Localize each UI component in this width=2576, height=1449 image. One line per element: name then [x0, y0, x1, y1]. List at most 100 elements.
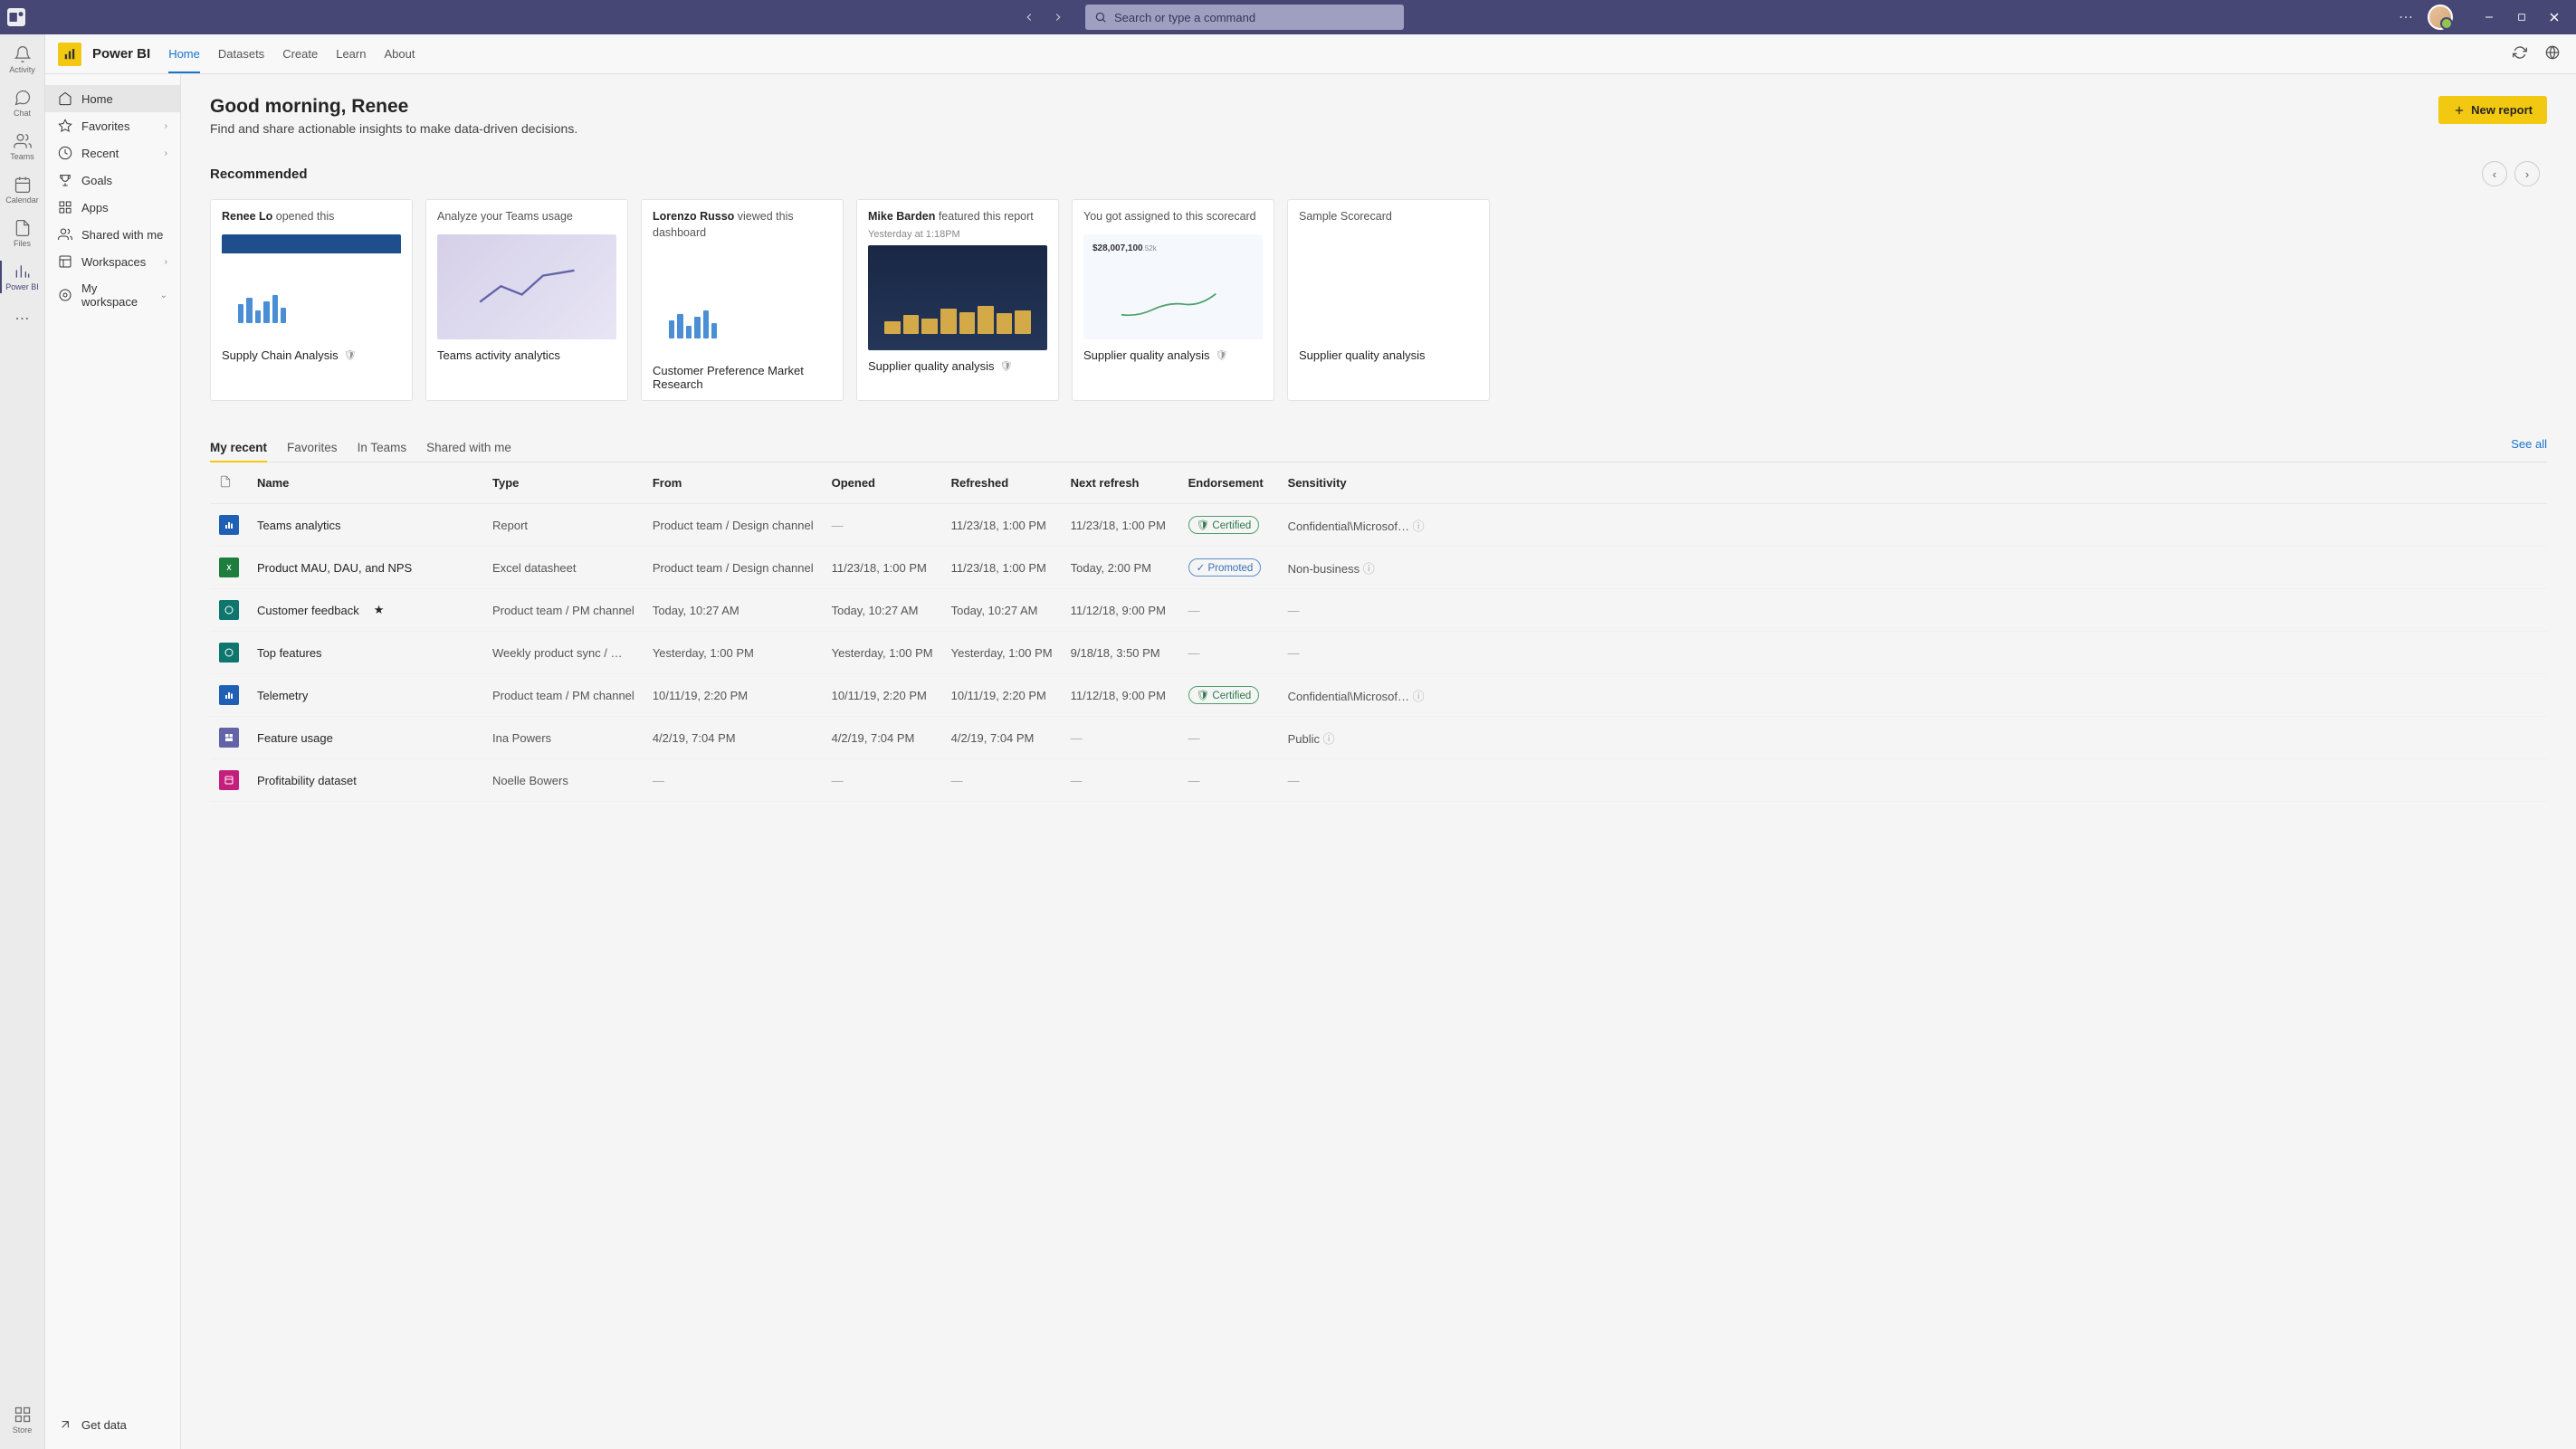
- tab-favorites[interactable]: Favorites: [287, 434, 338, 462]
- side-favorites[interactable]: Favorites ›: [45, 112, 180, 139]
- recommended-card[interactable]: Mike Barden featured this report Yesterd…: [856, 199, 1059, 401]
- tab-about[interactable]: About: [384, 34, 415, 73]
- history-back-button[interactable]: [1016, 5, 1042, 30]
- side-recent[interactable]: Recent ›: [45, 139, 180, 167]
- side-goals[interactable]: Goals: [45, 167, 180, 194]
- column-header[interactable]: Refreshed: [942, 462, 1062, 504]
- side-get-data[interactable]: Get data: [45, 1411, 180, 1438]
- rail-chat[interactable]: Chat: [0, 81, 45, 125]
- side-my-workspace[interactable]: My workspace ⌄: [45, 275, 180, 315]
- tab-learn[interactable]: Learn: [336, 34, 366, 73]
- cell-from: —: [644, 759, 823, 802]
- card-header: Mike Barden featured this report: [857, 200, 1058, 229]
- card-header: You got assigned to this scorecard: [1073, 200, 1274, 229]
- carousel-prev-button[interactable]: ‹: [2482, 161, 2507, 186]
- cell-next: Today, 2:00 PM: [1062, 547, 1179, 589]
- table-row[interactable]: Profitability dataset Noelle Bowers — — …: [210, 759, 2547, 802]
- side-shared[interactable]: Shared with me: [45, 221, 180, 248]
- cell-refreshed: 10/11/19, 2:20 PM: [942, 674, 1062, 717]
- recommended-title: Recommended: [210, 167, 308, 182]
- recommended-card[interactable]: Analyze your Teams usage Teams activity …: [425, 199, 628, 401]
- user-avatar[interactable]: [2428, 5, 2453, 30]
- column-header[interactable]: Next refresh: [1062, 462, 1179, 504]
- table-row[interactable]: Customer feedback★ Product team / PM cha…: [210, 589, 2547, 632]
- tab-create[interactable]: Create: [282, 34, 318, 73]
- column-header[interactable]: Endorsement: [1179, 462, 1279, 504]
- cell-from: Today, 10:27 AM: [644, 589, 823, 632]
- recommended-card[interactable]: Renee Lo opened this Supply Chain Analys…: [210, 199, 413, 401]
- refresh-button[interactable]: [2509, 42, 2531, 66]
- column-header[interactable]: [210, 462, 248, 504]
- rail-store[interactable]: Store: [0, 1398, 45, 1442]
- tab-shared-with-me[interactable]: Shared with me: [426, 434, 511, 462]
- promoted-badge: ✓ Promoted: [1188, 558, 1262, 577]
- cell-opened: 10/11/19, 2:20 PM: [823, 674, 942, 717]
- chevron-right-icon: ›: [165, 148, 167, 158]
- recommended-card[interactable]: You got assigned to this scorecard $28,0…: [1072, 199, 1274, 401]
- cell-from: Product team / Design channel: [644, 547, 823, 589]
- cell-endorsement: ✓ Promoted: [1179, 547, 1279, 589]
- file-type-icon: [219, 685, 239, 705]
- tab-home[interactable]: Home: [168, 34, 200, 73]
- cell-type: Ina Powers: [483, 717, 644, 759]
- table-row[interactable]: Teams analytics Report Product team / De…: [210, 504, 2547, 547]
- globe-button[interactable]: [2542, 42, 2563, 66]
- side-label: Shared with me: [81, 228, 163, 242]
- app-rail: Activity Chat Teams Calendar Files Power…: [0, 34, 45, 1449]
- card-thumbnail: [868, 245, 1047, 350]
- item-name: Feature usage: [257, 731, 333, 745]
- cell-type: Excel datasheet: [483, 547, 644, 589]
- rail-teams[interactable]: Teams: [0, 125, 45, 168]
- column-header[interactable]: Type: [483, 462, 644, 504]
- column-header[interactable]: Sensitivity: [1279, 462, 2547, 504]
- recommended-card[interactable]: Lorenzo Russo viewed this dashboard Cust…: [641, 199, 844, 401]
- table-row[interactable]: Product MAU, DAU, and NPS Excel datashee…: [210, 547, 2547, 589]
- card-title: Supply Chain Analysis 🛡: [211, 339, 412, 371]
- window-minimize-button[interactable]: [2475, 5, 2504, 30]
- more-options-button[interactable]: ⋯: [2395, 5, 2417, 30]
- side-home[interactable]: Home: [45, 85, 180, 112]
- card-title: Customer Preference Market Research: [642, 355, 843, 400]
- greeting-subtitle: Find and share actionable insights to ma…: [210, 121, 2547, 136]
- column-header[interactable]: Name: [248, 462, 483, 504]
- carousel-next-button[interactable]: ›: [2514, 161, 2540, 186]
- tab-datasets[interactable]: Datasets: [218, 34, 264, 73]
- rail-activity[interactable]: Activity: [0, 38, 45, 81]
- search-box[interactable]: [1085, 5, 1404, 30]
- cell-from: Product team / Design channel: [644, 504, 823, 547]
- cell-from: 10/11/19, 2:20 PM: [644, 674, 823, 717]
- cell-type: Noelle Bowers: [483, 759, 644, 802]
- table-row[interactable]: Feature usage Ina Powers 4/2/19, 7:04 PM…: [210, 717, 2547, 759]
- window-close-button[interactable]: [2540, 5, 2569, 30]
- apps-icon: [58, 200, 72, 214]
- table-row[interactable]: Telemetry Product team / PM channel 10/1…: [210, 674, 2547, 717]
- new-report-button[interactable]: New report: [2438, 96, 2547, 124]
- column-header[interactable]: From: [644, 462, 823, 504]
- column-header[interactable]: Opened: [823, 462, 942, 504]
- recommended-card[interactable]: Sample Scorecard Supplier quality analys…: [1287, 199, 1490, 401]
- cell-refreshed: 11/23/18, 1:00 PM: [942, 547, 1062, 589]
- cell-type: Report: [483, 504, 644, 547]
- table-row[interactable]: Top features Weekly product sync / … Yes…: [210, 632, 2547, 674]
- rail-more-button[interactable]: ⋯: [8, 302, 37, 335]
- search-input[interactable]: [1114, 11, 1395, 24]
- cell-type: Weekly product sync / …: [483, 632, 644, 674]
- card-thumbnail: [437, 234, 616, 339]
- item-name: Telemetry: [257, 689, 308, 702]
- see-all-link[interactable]: See all: [2511, 437, 2547, 451]
- certified-badge: 🛡 Certified: [1188, 516, 1260, 534]
- side-workspaces[interactable]: Workspaces ›: [45, 248, 180, 275]
- cell-sensitivity: Confidential\Microsof… ⓘ: [1279, 504, 2547, 547]
- teams-icon: [14, 132, 32, 150]
- file-type-icon: [219, 600, 239, 620]
- file-type-icon: [219, 728, 239, 748]
- tab-in-teams[interactable]: In Teams: [358, 434, 407, 462]
- rail-powerbi[interactable]: Power BI: [0, 255, 45, 299]
- rail-calendar[interactable]: Calendar: [0, 168, 45, 212]
- tab-my-recent[interactable]: My recent: [210, 434, 267, 462]
- cell-from: 4/2/19, 7:04 PM: [644, 717, 823, 759]
- window-maximize-button[interactable]: [2507, 5, 2536, 30]
- side-apps[interactable]: Apps: [45, 194, 180, 221]
- rail-files[interactable]: Files: [0, 212, 45, 255]
- history-forward-button[interactable]: [1045, 5, 1071, 30]
